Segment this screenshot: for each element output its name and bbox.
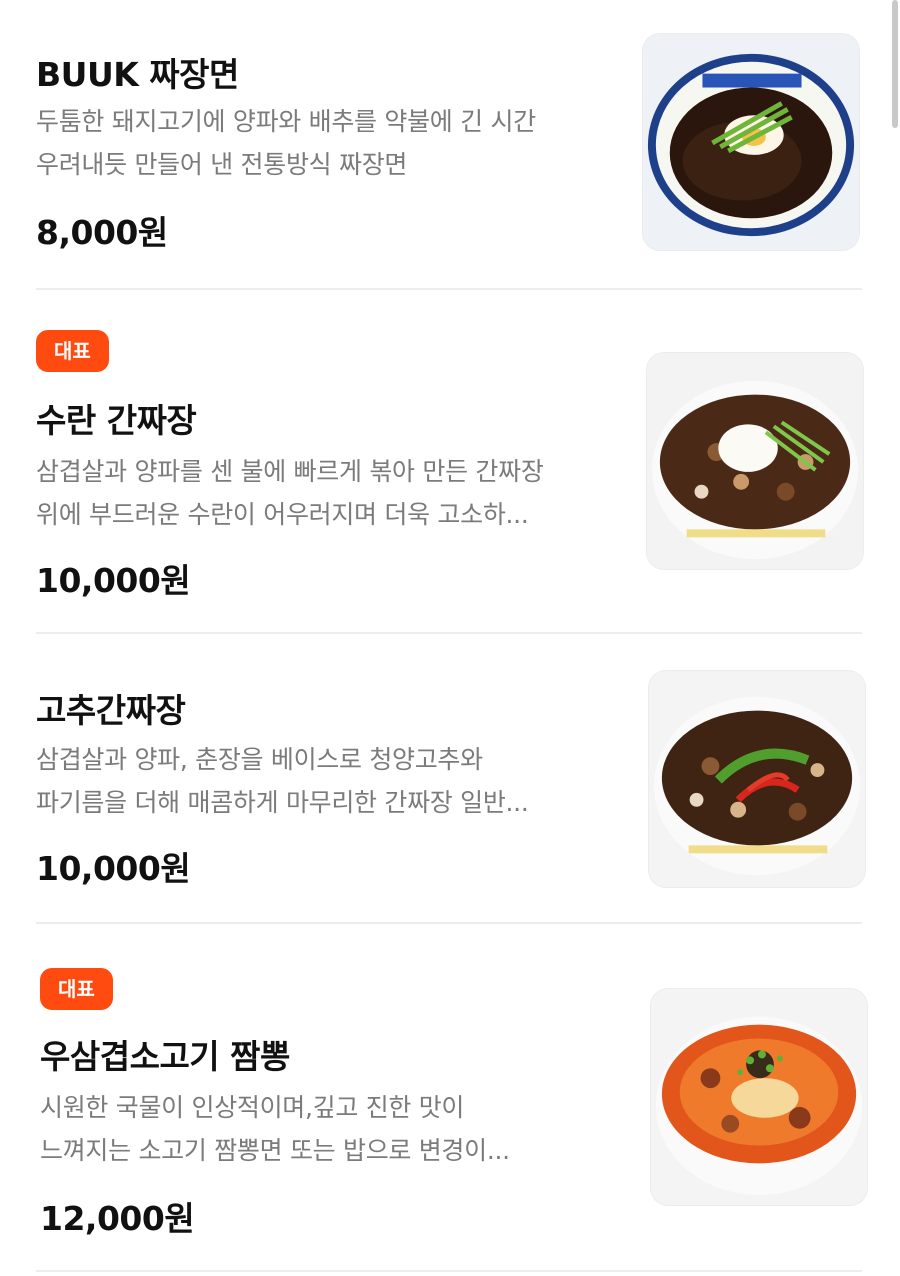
menu-item-name: 우삼겹소고기 짬뽕 xyxy=(40,1037,290,1076)
menu-item-description: 두툼한 돼지고기에 양파와 배추를 약불에 긴 시간 우려내듯 만들어 낸 전통… xyxy=(36,100,616,186)
menu-item-name: 고추간짜장 xyxy=(36,691,186,730)
menu-item-poached-egg-ganjjajang[interactable]: 대표 수란 간짜장 삼겹살과 양파를 센 불에 빠르게 볶아 만든 간짜장 위에… xyxy=(36,290,864,634)
menu-item-name: BUUK 짜장면 xyxy=(36,55,239,94)
menu-item-description: 삼겹살과 양파, 춘장을 베이스로 청양고추와 파기름을 더해 매콤하게 마무리… xyxy=(36,738,616,824)
description-line: 삼겹살과 양파, 춘장을 베이스로 청양고추와 xyxy=(36,745,483,774)
description-line: 우려내듯 만들어 낸 전통방식 짜장면 xyxy=(36,150,408,179)
menu-item-name: 수란 간짜장 xyxy=(36,401,197,440)
menu-item-price: 10,000원 xyxy=(36,561,191,600)
divider xyxy=(36,1270,862,1272)
ganjjajang-poached-egg-image[interactable] xyxy=(646,352,864,570)
menu-item-price: 12,000원 xyxy=(40,1199,195,1238)
description-line: 파기름을 더해 매콤하게 마무리한 간짜장 일반... xyxy=(36,788,529,817)
signature-badge: 대표 xyxy=(36,330,109,372)
scrollbar[interactable] xyxy=(892,0,898,128)
menu-item-description: 삼겹살과 양파를 센 불에 빠르게 볶아 만든 간짜장 위에 부드러운 수란이 … xyxy=(36,450,616,536)
menu-item-description: 시원한 국물이 인상적이며,깊고 진한 맛이 느껴지는 소고기 짬뽕면 또는 밥… xyxy=(40,1086,620,1172)
description-line: 두툼한 돼지고기에 양파와 배추를 약불에 긴 시간 xyxy=(36,107,536,136)
signature-badge: 대표 xyxy=(40,968,113,1010)
description-line: 느껴지는 소고기 짬뽕면 또는 밥으로 변경이... xyxy=(40,1136,510,1165)
beef-jjamppong-image[interactable] xyxy=(650,988,868,1206)
menu-item-beef-jjamppong[interactable]: 대표 우삼겹소고기 짬뽕 시원한 국물이 인상적이며,깊고 진한 맛이 느껴지는… xyxy=(36,924,868,1276)
menu-item-buuk-jajangmyeon[interactable]: BUUK 짜장면 두툼한 돼지고기에 양파와 배추를 약불에 긴 시간 우려내듯… xyxy=(36,0,862,290)
menu-item-price: 8,000원 xyxy=(36,213,168,252)
menu-item-pepper-ganjjajang[interactable]: 고추간짜장 삼겹살과 양파, 춘장을 베이스로 청양고추와 파기름을 더해 매콤… xyxy=(36,634,866,924)
description-line: 위에 부드러운 수란이 어우러지며 더욱 고소하... xyxy=(36,500,529,529)
description-line: 삼겹살과 양파를 센 불에 빠르게 볶아 만든 간짜장 xyxy=(36,457,544,486)
jajangmyeon-bowl-image[interactable] xyxy=(642,33,860,251)
pepper-ganjjajang-image[interactable] xyxy=(648,670,866,888)
menu-item-price: 10,000원 xyxy=(36,849,191,888)
description-line: 시원한 국물이 인상적이며,깊고 진한 맛이 xyxy=(40,1093,465,1122)
